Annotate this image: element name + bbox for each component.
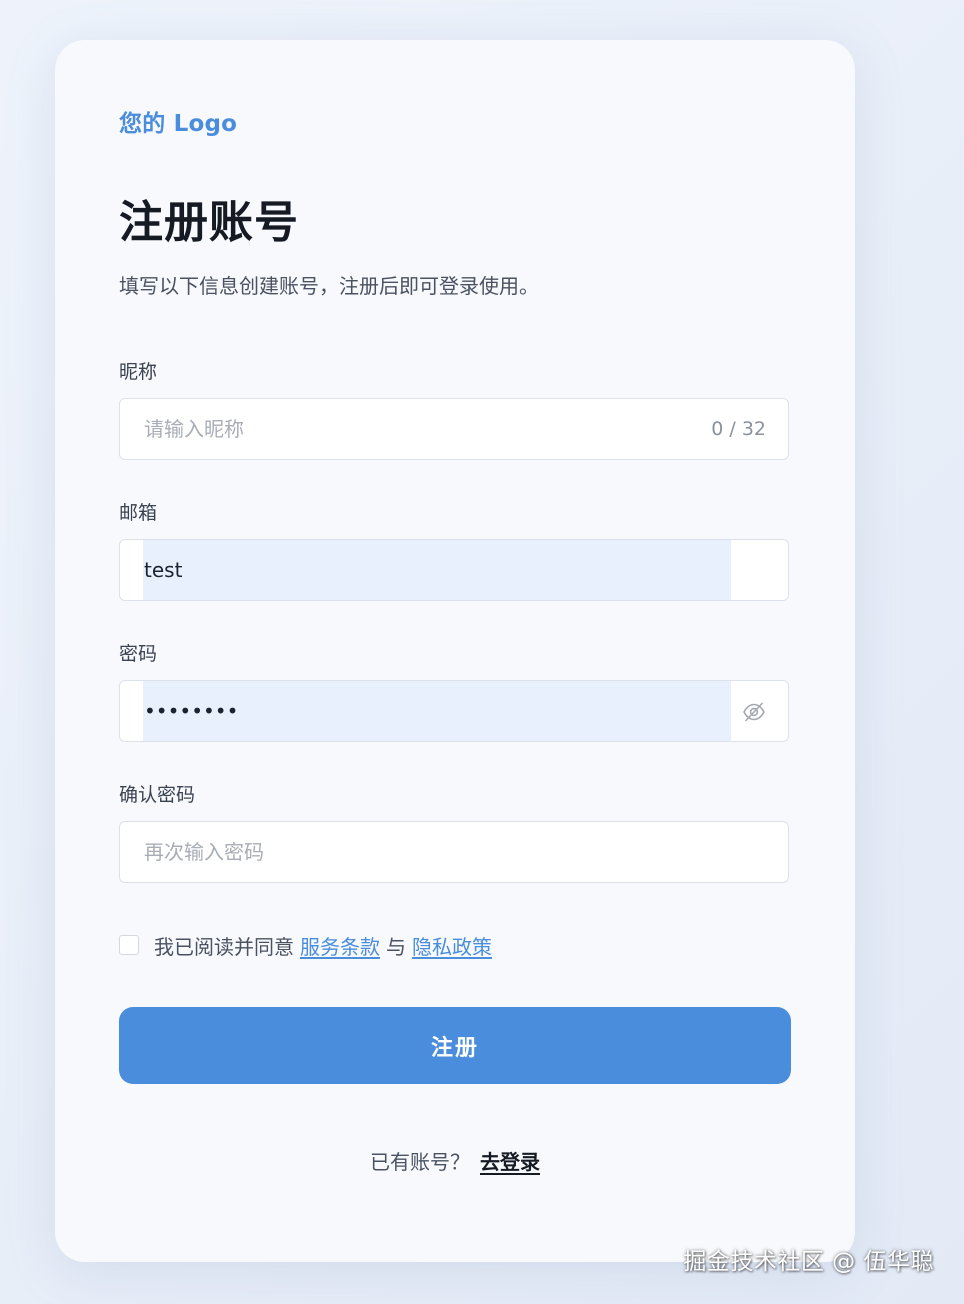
agreement-conjunction: 与 (386, 934, 406, 959)
password-field-wrapper (119, 680, 789, 742)
login-link[interactable]: 去登录 (480, 1150, 540, 1174)
page-title: 注册账号 (119, 197, 299, 248)
nickname-label: 昵称 (119, 361, 158, 383)
register-card: 您的 Logo 注册账号 填写以下信息创建账号，注册后即可登录使用。 昵称 0 … (55, 40, 855, 1262)
agreement-checkbox[interactable] (119, 935, 139, 955)
login-prompt-text: 已有账号？ (370, 1150, 470, 1174)
email-label: 邮箱 (119, 502, 158, 524)
register-button[interactable]: 注册 (119, 1007, 791, 1084)
watermark-text: 掘金技术社区 @ 伍华聪 (683, 1249, 934, 1275)
agreement-text: 我已阅读并同意 (154, 934, 294, 959)
password-input[interactable] (120, 681, 788, 741)
email-field-wrapper (119, 539, 789, 601)
eye-off-icon[interactable] (742, 701, 766, 723)
nickname-input[interactable] (120, 399, 788, 459)
confirm-password-input[interactable] (120, 822, 788, 882)
nickname-field-wrapper: 0 / 32 (119, 398, 789, 460)
login-prompt-row: 已有账号？ 去登录 (55, 1146, 855, 1175)
email-input[interactable] (120, 540, 788, 600)
brand-logo: 您的 Logo (119, 111, 238, 137)
page-subtitle: 填写以下信息创建账号，注册后即可登录使用。 (119, 274, 539, 298)
password-label: 密码 (119, 643, 158, 665)
confirm-password-field-wrapper (119, 821, 789, 883)
privacy-policy-link[interactable]: 隐私政策 (412, 931, 492, 960)
agreement-row: 我已阅读并同意 服务条款 与 隐私政策 (119, 930, 498, 960)
terms-of-service-link[interactable]: 服务条款 (300, 931, 380, 960)
nickname-char-counter: 0 / 32 (711, 418, 766, 440)
confirm-password-label: 确认密码 (119, 784, 196, 806)
